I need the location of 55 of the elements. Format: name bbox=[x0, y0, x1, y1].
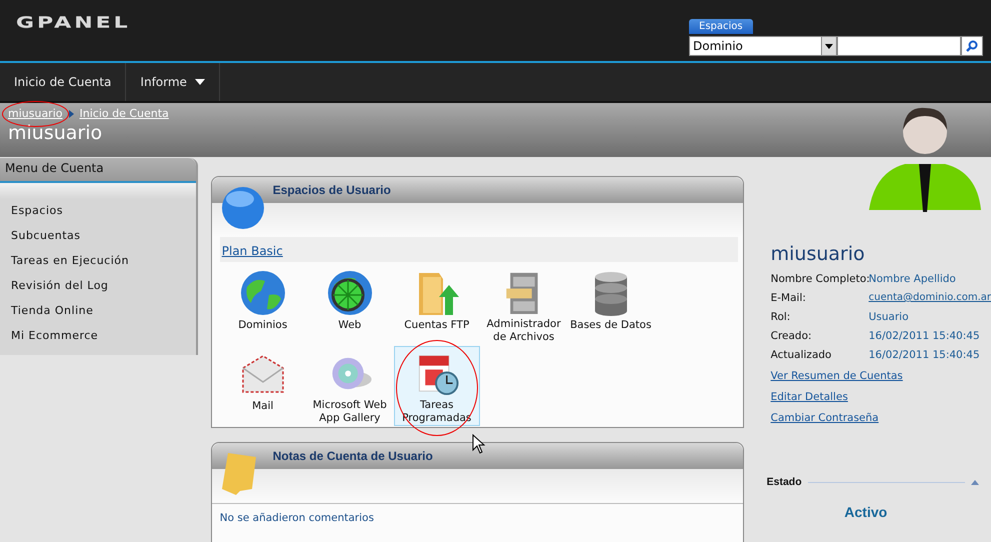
field-label: Rol: bbox=[770, 311, 792, 323]
sidebar-item[interactable]: Revisión del Log bbox=[0, 274, 196, 299]
field-label: Nombre Completo: bbox=[770, 273, 869, 285]
space-tile[interactable]: Web bbox=[306, 265, 393, 345]
space-tile[interactable]: Cuentas FTP bbox=[394, 265, 480, 345]
search-icon bbox=[966, 40, 978, 52]
plan-link[interactable]: Plan Basic bbox=[222, 244, 283, 258]
globe-icon bbox=[238, 269, 287, 317]
tile-label: Cuentas FTP bbox=[404, 319, 470, 332]
collapse-icon[interactable] bbox=[971, 480, 979, 484]
panel-title: Notas de Cuenta de Usuario bbox=[272, 448, 433, 462]
tile-label: Web bbox=[338, 319, 362, 332]
tile-label: Dominios bbox=[238, 319, 288, 332]
space-tile[interactable]: Microsoft Web App Gallery bbox=[306, 346, 393, 426]
profile-link[interactable]: Ver Resumen de Cuentas bbox=[770, 370, 903, 382]
tile-label: Microsoft Web App Gallery bbox=[312, 399, 388, 425]
field-label: Actualizado bbox=[770, 349, 832, 361]
space-tile[interactable]: Bases de Datos bbox=[568, 265, 654, 345]
nav-item[interactable]: Informe bbox=[126, 63, 220, 101]
profile-link[interactable]: Cambiar Contraseña bbox=[770, 412, 879, 424]
panel-title: Espacios de Usuario bbox=[272, 182, 391, 196]
scope-dropdown[interactable]: Dominio bbox=[689, 36, 837, 56]
field-value: Usuario bbox=[868, 311, 910, 323]
sidebar-item[interactable]: Mi Ecommerce bbox=[0, 324, 196, 349]
field-label: Creado: bbox=[770, 330, 813, 342]
search-button[interactable] bbox=[961, 36, 983, 56]
globe-wheel-icon bbox=[326, 269, 374, 317]
breadcrumb-arrow-icon bbox=[68, 110, 74, 118]
field-label: E-Mail: bbox=[770, 292, 807, 304]
sidebar-item[interactable]: Espacios bbox=[0, 199, 196, 224]
caret-icon bbox=[821, 37, 836, 55]
sidebar-item[interactable]: Tareas en Ejecución bbox=[0, 249, 196, 274]
space-tile[interactable]: Mail bbox=[220, 346, 306, 426]
logo: GPANEL bbox=[16, 14, 131, 32]
search-scope-tab[interactable]: Espacios bbox=[689, 19, 753, 34]
field-value: 16/02/2011 15:40:45 bbox=[868, 349, 981, 361]
sidebar-title: Menu de Cuenta bbox=[5, 161, 104, 175]
page-title: miusuario bbox=[8, 122, 104, 144]
sidebar-item[interactable]: Subcuentas bbox=[0, 224, 196, 249]
email-link[interactable]: cuenta@dominio.com.ar bbox=[868, 292, 991, 304]
status-title: Estado bbox=[766, 476, 802, 488]
field-value: Nombre Apellido bbox=[868, 273, 957, 285]
sidebar-item[interactable]: Tienda Online bbox=[0, 299, 196, 324]
space-tile[interactable]: Administrador de Archivos bbox=[480, 265, 567, 345]
tile-label: Administrador de Archivos bbox=[486, 318, 562, 344]
tile-label: Mail bbox=[252, 400, 274, 413]
notes-empty-text: No se añadieron comentarios bbox=[220, 512, 374, 524]
status-value: Activo bbox=[844, 504, 888, 520]
field-value: 16/02/2011 15:40:45 bbox=[868, 330, 981, 342]
space-tile[interactable]: Dominios bbox=[220, 265, 306, 345]
nav-item[interactable]: Inicio de Cuenta bbox=[0, 63, 126, 101]
search-field[interactable] bbox=[837, 36, 961, 56]
profile-name: miusuario bbox=[770, 243, 866, 265]
profile-link[interactable]: Editar Detalles bbox=[770, 391, 848, 403]
tile-label: Bases de Datos bbox=[570, 319, 652, 332]
